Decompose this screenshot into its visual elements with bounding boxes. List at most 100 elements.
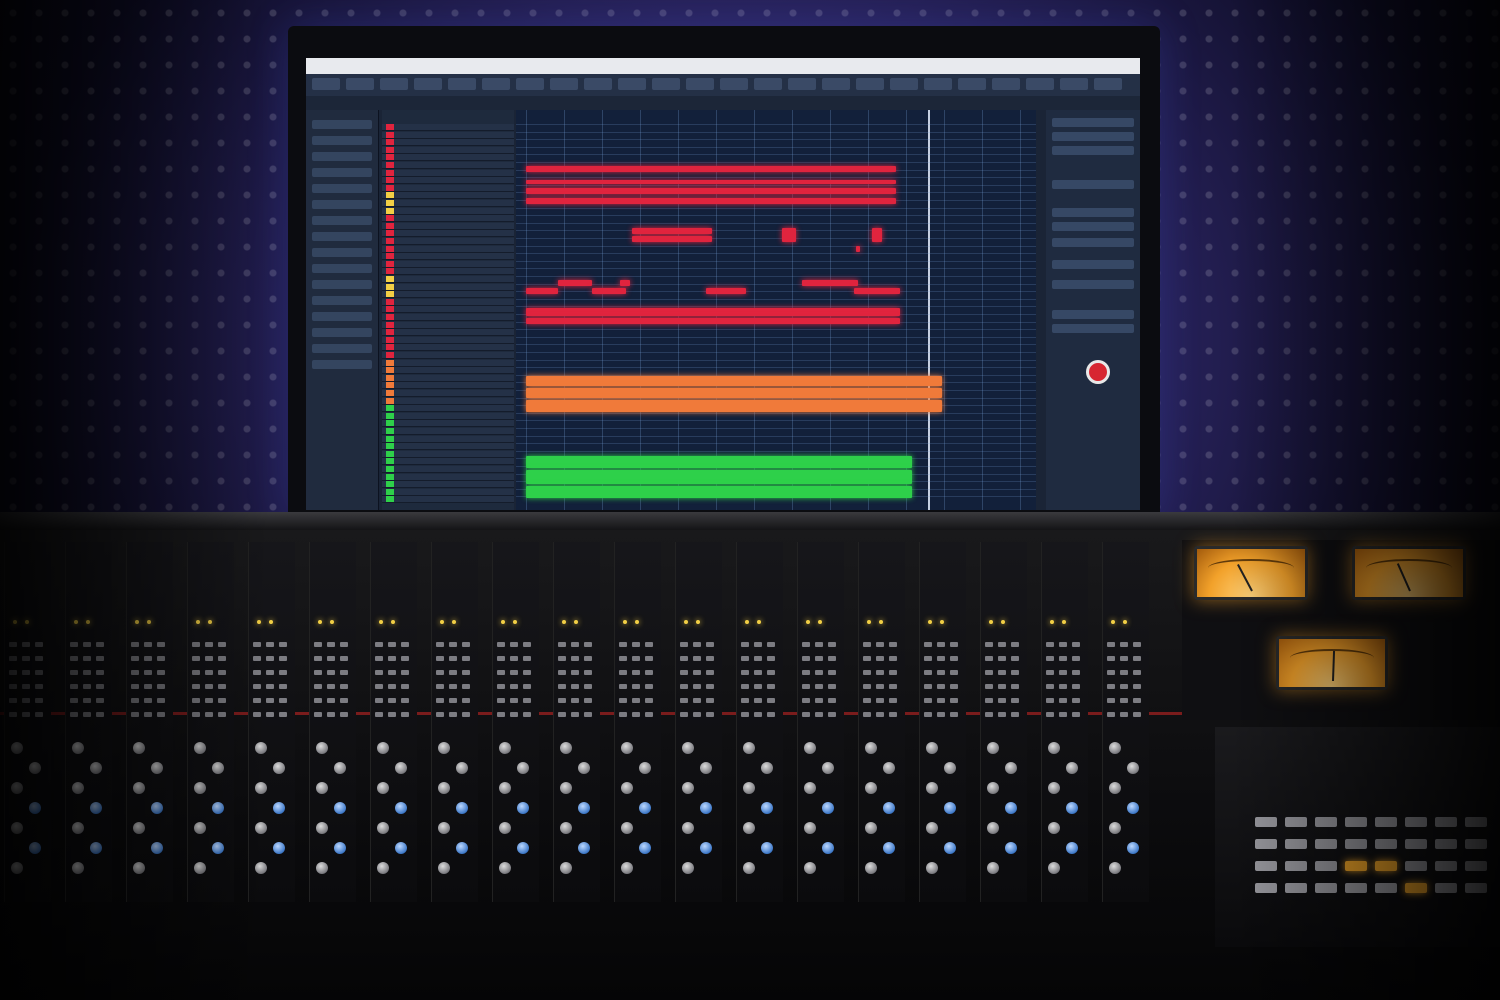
channel-strip[interactable] <box>187 542 234 902</box>
rotary-knob[interactable] <box>273 802 285 814</box>
channel-switch[interactable] <box>645 670 653 675</box>
channel-switch[interactable] <box>1011 642 1019 647</box>
event-part[interactable] <box>620 280 630 286</box>
channel-switch[interactable] <box>497 656 505 661</box>
master-button[interactable] <box>1285 839 1307 849</box>
channel-switch[interactable] <box>253 642 261 647</box>
toolbar-button[interactable] <box>822 78 850 90</box>
channel-switch[interactable] <box>523 712 531 717</box>
event-part[interactable] <box>558 280 592 286</box>
track-header[interactable] <box>382 177 514 185</box>
rotary-knob[interactable] <box>151 802 163 814</box>
track-header[interactable] <box>382 352 514 359</box>
channel-switch[interactable] <box>828 670 836 675</box>
track-header[interactable] <box>382 146 514 154</box>
channel-switch[interactable] <box>937 670 945 675</box>
channel-switch[interactable] <box>70 670 78 675</box>
channel-switch[interactable] <box>937 642 945 647</box>
rotary-knob[interactable] <box>944 762 956 774</box>
rotary-knob[interactable] <box>316 742 328 754</box>
channel-switch[interactable] <box>619 642 627 647</box>
channel-switch[interactable] <box>1120 670 1128 675</box>
channel-switch[interactable] <box>950 670 958 675</box>
channel-switch[interactable] <box>1011 656 1019 661</box>
rotary-knob[interactable] <box>987 822 999 834</box>
track-header[interactable] <box>382 291 514 299</box>
toolbar-button[interactable] <box>1060 78 1088 90</box>
track-header[interactable] <box>382 488 514 496</box>
channel-switch[interactable] <box>340 684 348 689</box>
channel-strip[interactable] <box>980 542 1027 902</box>
channel-switch[interactable] <box>767 698 775 703</box>
master-button[interactable] <box>1255 817 1277 827</box>
channel-switch[interactable] <box>645 684 653 689</box>
master-button[interactable] <box>1375 817 1397 827</box>
channel-switch[interactable] <box>192 712 200 717</box>
channel-switch[interactable] <box>924 642 932 647</box>
channel-switch[interactable] <box>680 642 688 647</box>
rotary-knob[interactable] <box>11 862 23 874</box>
track-header[interactable] <box>382 458 514 466</box>
rotary-knob[interactable] <box>90 842 102 854</box>
inspector-section[interactable] <box>312 200 372 209</box>
right-zone-row[interactable] <box>1052 146 1134 155</box>
channel-switch[interactable] <box>584 642 592 647</box>
channel-switch[interactable] <box>828 656 836 661</box>
master-button[interactable] <box>1435 861 1457 871</box>
rotary-knob[interactable] <box>151 842 163 854</box>
rotary-knob[interactable] <box>761 762 773 774</box>
inspector-section[interactable] <box>312 360 372 369</box>
channel-switch[interactable] <box>401 712 409 717</box>
rotary-knob[interactable] <box>761 802 773 814</box>
rotary-knob[interactable] <box>700 842 712 854</box>
track-header[interactable] <box>382 154 514 162</box>
rotary-knob[interactable] <box>1048 782 1060 794</box>
channel-strip[interactable] <box>736 542 783 902</box>
channel-switch[interactable] <box>998 712 1006 717</box>
channel-switch[interactable] <box>998 642 1006 647</box>
channel-switch[interactable] <box>83 684 91 689</box>
channel-switch[interactable] <box>523 656 531 661</box>
channel-switch[interactable] <box>924 712 932 717</box>
channel-switch[interactable] <box>889 642 897 647</box>
channel-switch[interactable] <box>70 656 78 661</box>
channel-switch[interactable] <box>1072 698 1080 703</box>
channel-strip[interactable] <box>919 542 966 902</box>
channel-switch[interactable] <box>266 684 274 689</box>
master-button[interactable] <box>1285 861 1307 871</box>
track-header[interactable] <box>382 298 514 306</box>
track-header[interactable] <box>382 481 514 489</box>
channel-switch[interactable] <box>1107 670 1115 675</box>
inspector-section[interactable] <box>312 168 372 177</box>
channel-switch[interactable] <box>876 698 884 703</box>
rotary-knob[interactable] <box>194 822 206 834</box>
channel-switch[interactable] <box>1072 712 1080 717</box>
channel-switch[interactable] <box>863 698 871 703</box>
channel-switch[interactable] <box>815 670 823 675</box>
rotary-knob[interactable] <box>682 862 694 874</box>
rotary-knob[interactable] <box>316 822 328 834</box>
rotary-knob[interactable] <box>700 762 712 774</box>
record-icon[interactable] <box>1086 360 1110 384</box>
event-part[interactable] <box>526 486 912 498</box>
channel-switch[interactable] <box>571 712 579 717</box>
channel-switch[interactable] <box>205 712 213 717</box>
master-section[interactable] <box>1215 727 1500 947</box>
channel-switch[interactable] <box>253 712 261 717</box>
channel-switch[interactable] <box>863 670 871 675</box>
rotary-knob[interactable] <box>395 842 407 854</box>
channel-switch[interactable] <box>157 698 165 703</box>
right-zone-row[interactable] <box>1052 118 1134 127</box>
channel-switch[interactable] <box>510 698 518 703</box>
channel-switch[interactable] <box>680 684 688 689</box>
channel-switch[interactable] <box>632 684 640 689</box>
rotary-knob[interactable] <box>743 822 755 834</box>
channel-switch[interactable] <box>802 642 810 647</box>
channel-switch[interactable] <box>388 642 396 647</box>
master-button[interactable] <box>1405 861 1427 871</box>
rotary-knob[interactable] <box>1109 782 1121 794</box>
track-header[interactable] <box>382 428 514 435</box>
event-part[interactable] <box>526 318 900 324</box>
rotary-knob[interactable] <box>72 782 84 794</box>
rotary-knob[interactable] <box>987 782 999 794</box>
